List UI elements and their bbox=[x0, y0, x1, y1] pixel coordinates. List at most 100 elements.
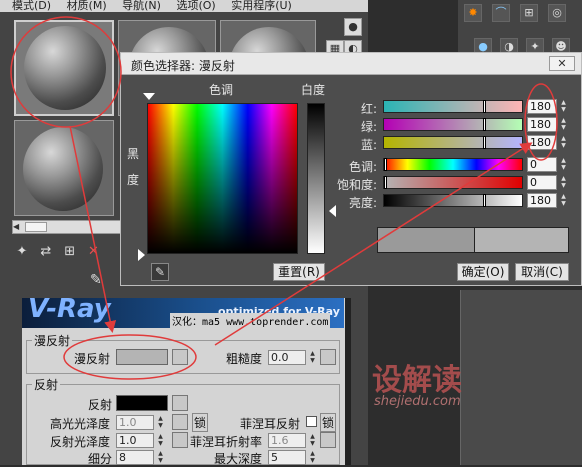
eyedropper-icon[interactable]: ✎ bbox=[151, 263, 169, 281]
material-slot-1[interactable] bbox=[14, 20, 114, 116]
refl-gloss-spinner[interactable]: ▲ ▼ bbox=[156, 433, 165, 448]
hue-spinner[interactable]: ▲ ▼ bbox=[559, 157, 568, 172]
fresnel-ior-label: 菲涅耳折射率 bbox=[190, 435, 263, 449]
hue-label: 色调: bbox=[349, 160, 378, 174]
diffuse-label: 漫反射 bbox=[74, 352, 111, 366]
green-spinner[interactable]: ▲ ▼ bbox=[559, 117, 568, 132]
menu-material[interactable]: 材质(M) bbox=[67, 0, 107, 12]
fresnel-ior-map-button[interactable] bbox=[320, 432, 336, 448]
reflect-color-swatch[interactable] bbox=[116, 395, 168, 411]
reflect-label: 反射 bbox=[88, 398, 113, 412]
hue-slider-handle[interactable] bbox=[384, 158, 387, 171]
hue-input[interactable]: 0 bbox=[527, 157, 557, 172]
hilight-gloss-map-button[interactable] bbox=[172, 414, 188, 430]
saturation-label: 饱和度: bbox=[337, 178, 378, 192]
put-to-scene-icon[interactable]: ⇄ bbox=[36, 244, 56, 262]
subdivs-spinner[interactable]: ▲ ▼ bbox=[156, 450, 165, 465]
create-tab-icon[interactable]: ✸ bbox=[464, 4, 482, 22]
command-panel-tabs: ✸ ⌒ ⊞ ◎ ● ◑ ✦ ☻ bbox=[458, 0, 582, 60]
cancel-button[interactable]: 取消(C) bbox=[515, 263, 569, 281]
hilight-lock-button[interactable]: 锁 bbox=[192, 413, 209, 432]
saturation-spinner[interactable]: ▲ ▼ bbox=[559, 175, 568, 190]
scroll-thumb[interactable] bbox=[25, 222, 47, 232]
whiteness-header: 白度 bbox=[301, 83, 326, 97]
modify-tab-icon[interactable]: ⌒ bbox=[492, 4, 510, 22]
fresnel-checkbox[interactable] bbox=[306, 416, 317, 427]
motion-tab-icon[interactable]: ◎ bbox=[548, 4, 566, 22]
blue-slider-handle[interactable] bbox=[483, 136, 486, 149]
menu-mode[interactable]: 模式(D) bbox=[12, 0, 51, 12]
value-spinner[interactable]: ▲ ▼ bbox=[559, 193, 568, 208]
blue-slider[interactable] bbox=[383, 136, 523, 149]
scroll-left-icon[interactable]: ◀ bbox=[13, 221, 23, 233]
material-slot-4[interactable] bbox=[14, 120, 114, 216]
roughness-spinner[interactable]: ▲ ▼ bbox=[308, 350, 317, 365]
refl-gloss-input[interactable]: 1.0 bbox=[116, 433, 154, 448]
fresnel-lock-button[interactable]: 锁 bbox=[320, 413, 337, 432]
value-input[interactable]: 180 bbox=[527, 193, 557, 208]
roughness-map-button[interactable] bbox=[320, 349, 336, 365]
green-slider-handle[interactable] bbox=[483, 118, 486, 131]
blue-spinner[interactable]: ▲ ▼ bbox=[559, 135, 568, 150]
dialog-title: 颜色选择器: 漫反射 bbox=[131, 59, 235, 73]
assign-material-icon[interactable]: ⊞ bbox=[60, 244, 80, 262]
menu-navigation[interactable]: 导航(N) bbox=[122, 0, 161, 12]
whiteness-pointer-icon[interactable] bbox=[329, 205, 336, 217]
saturation-slider[interactable] bbox=[383, 176, 523, 189]
ok-button[interactable]: 确定(O) bbox=[457, 263, 509, 281]
saturation-slider-handle[interactable] bbox=[384, 176, 387, 189]
refl-gloss-map-button[interactable] bbox=[172, 432, 188, 448]
menu-options[interactable]: 选项(O) bbox=[176, 0, 215, 12]
material-sphere bbox=[24, 26, 106, 110]
saturation-input[interactable]: 0 bbox=[527, 175, 557, 190]
green-slider[interactable] bbox=[383, 118, 523, 131]
menu-utilities[interactable]: 实用程序(U) bbox=[231, 0, 292, 12]
red-slider[interactable] bbox=[383, 100, 523, 113]
blackness-pointer-icon[interactable] bbox=[138, 249, 145, 261]
hue-blackness-field[interactable] bbox=[147, 103, 298, 254]
get-material-icon[interactable]: ✦ bbox=[12, 244, 32, 262]
color-picker-dialog: 颜色选择器: 漫反射 ✕ 色调 白度 黑 度 ✎ 重置(R) 红: 180 ▲ ▼… bbox=[120, 52, 582, 286]
subdivs-input[interactable]: 8 bbox=[116, 450, 154, 465]
hue-pointer-icon[interactable] bbox=[143, 93, 155, 100]
blackness-label-1: 黑 bbox=[127, 147, 140, 161]
dialog-titlebar[interactable]: 颜色选择器: 漫反射 ✕ bbox=[121, 53, 581, 75]
red-slider-handle[interactable] bbox=[483, 100, 486, 113]
fresnel-ior-spinner[interactable]: ▲ ▼ bbox=[308, 433, 317, 448]
value-slider-handle[interactable] bbox=[483, 194, 486, 207]
vray-logo: V-Ray bbox=[28, 294, 111, 324]
diffuse-color-swatch[interactable] bbox=[116, 349, 168, 365]
diffuse-map-button[interactable] bbox=[172, 349, 188, 365]
blue-input[interactable]: 180 bbox=[527, 135, 557, 150]
subdivs-label: 细分 bbox=[88, 452, 113, 466]
hilight-gloss-spinner[interactable]: ▲ ▼ bbox=[156, 415, 165, 430]
material-sphere bbox=[23, 127, 103, 211]
reflect-map-button[interactable] bbox=[172, 395, 188, 411]
eyedropper-icon[interactable]: ✎ bbox=[90, 272, 102, 288]
delete-material-icon[interactable]: ✕ bbox=[83, 244, 103, 262]
green-input[interactable]: 180 bbox=[527, 117, 557, 132]
green-label: 绿: bbox=[361, 120, 378, 134]
close-button[interactable]: ✕ bbox=[549, 56, 575, 71]
command-panel-list bbox=[460, 290, 582, 465]
hierarchy-tab-icon[interactable]: ⊞ bbox=[520, 4, 538, 22]
hue-slider[interactable] bbox=[383, 158, 523, 171]
watermark-logo: 设解读 bbox=[372, 363, 462, 398]
red-spinner[interactable]: ▲ ▼ bbox=[559, 99, 568, 114]
translation-credit: 汉化：ma5 www.toprender.com bbox=[170, 313, 331, 328]
max-depth-input[interactable]: 5 bbox=[268, 450, 306, 465]
reset-button[interactable]: 重置(R) bbox=[273, 263, 325, 281]
roughness-input[interactable]: 0.0 bbox=[268, 350, 306, 365]
current-color-preview bbox=[475, 227, 569, 253]
whiteness-bar[interactable] bbox=[307, 103, 325, 254]
fresnel-ior-input[interactable]: 1.6 bbox=[268, 433, 306, 448]
blackness-label-2: 度 bbox=[127, 173, 140, 187]
value-slider[interactable] bbox=[383, 194, 523, 207]
red-input[interactable]: 180 bbox=[527, 99, 557, 114]
hilight-gloss-input[interactable]: 1.0 bbox=[116, 415, 154, 430]
red-label: 红: bbox=[361, 102, 378, 116]
panel-scrollbar[interactable] bbox=[345, 298, 351, 465]
max-depth-spinner[interactable]: ▲ ▼ bbox=[308, 450, 317, 465]
sample-type-icon[interactable]: ● bbox=[344, 18, 362, 36]
fresnel-label: 菲涅耳反射 bbox=[240, 417, 301, 431]
